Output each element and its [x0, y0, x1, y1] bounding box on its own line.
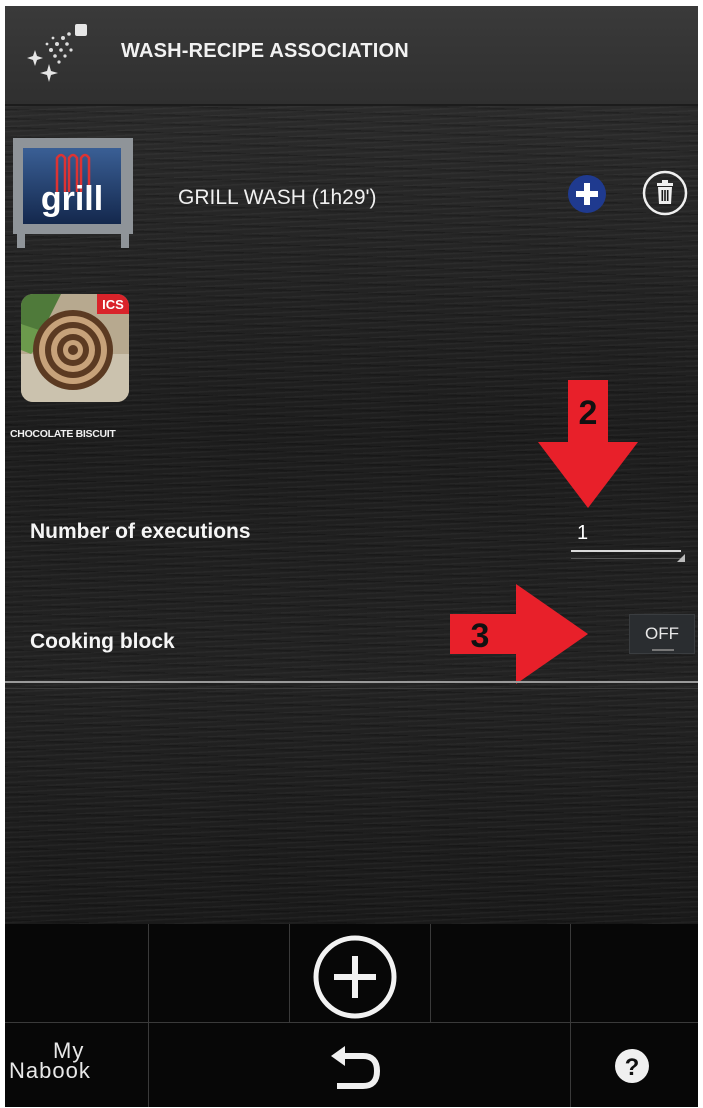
input-underline-secondary [571, 558, 681, 559]
section-divider [5, 681, 698, 683]
toolbar-separator [570, 924, 571, 1107]
svg-text:grill: grill [41, 180, 103, 218]
toolbar-separator [430, 924, 431, 1022]
section-divider-shadow [5, 688, 698, 689]
recipe-thumbnail[interactable]: ICS [21, 294, 129, 402]
bottom-toolbar: My Nabook ? [5, 924, 698, 1107]
page-title: WASH-RECIPE ASSOCIATION [121, 40, 409, 62]
executions-value: 1 [577, 522, 589, 544]
title-bar: WASH-RECIPE ASSOCIATION [5, 6, 698, 106]
chocolate-biscuit-image: ICS [21, 294, 129, 402]
resize-corner-icon [677, 554, 685, 562]
annotation-arrow-2: 2 [538, 380, 638, 508]
sparkle-wash-icon [27, 24, 87, 82]
svg-text:?: ? [625, 1054, 640, 1081]
trash-icon[interactable] [642, 170, 688, 216]
svg-text:ICS: ICS [102, 297, 124, 312]
toggle-indicator [652, 649, 674, 651]
annotation-arrow-3: 3 [450, 584, 588, 684]
svg-text:2: 2 [579, 394, 598, 432]
add-circle-icon[interactable] [312, 934, 398, 1020]
brand-line-2: Nabook [9, 1058, 91, 1083]
recipe-name: CHOCOLATE BISCUIT [10, 428, 116, 440]
mynabook-button[interactable]: My Nabook [5, 1022, 148, 1107]
toolbar-separator [289, 924, 290, 1022]
grill-wash-icon[interactable]: grill [11, 136, 135, 250]
wash-name: GRILL WASH (1h29') [178, 186, 377, 209]
undo-arrow-icon[interactable] [327, 1042, 383, 1092]
toggle-state: OFF [645, 624, 679, 643]
cooking-block-label: Cooking block [30, 630, 175, 653]
main-content: grill GRILL WASH (1h29') ICS CHOCOLATE B… [5, 106, 698, 924]
screen: WASH-RECIPE ASSOCIATION grill GRILL WASH… [5, 6, 698, 1107]
toolbar-separator [148, 924, 149, 1107]
input-underline [571, 550, 681, 552]
executions-label: Number of executions [30, 520, 251, 543]
svg-text:3: 3 [471, 617, 490, 655]
executions-input[interactable]: 1 [571, 516, 685, 562]
plus-circle-icon[interactable] [567, 174, 607, 214]
cooking-block-toggle[interactable]: OFF [629, 614, 695, 654]
question-circle-icon[interactable]: ? [614, 1048, 650, 1084]
